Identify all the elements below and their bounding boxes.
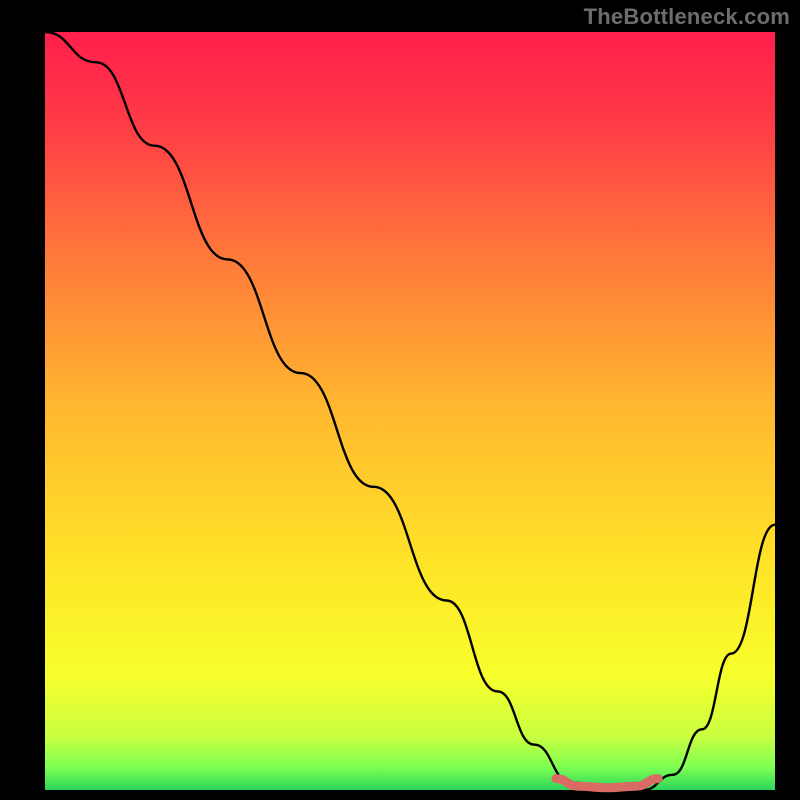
chart-container: TheBottleneck.com [0,0,800,800]
chart-svg [0,0,800,800]
